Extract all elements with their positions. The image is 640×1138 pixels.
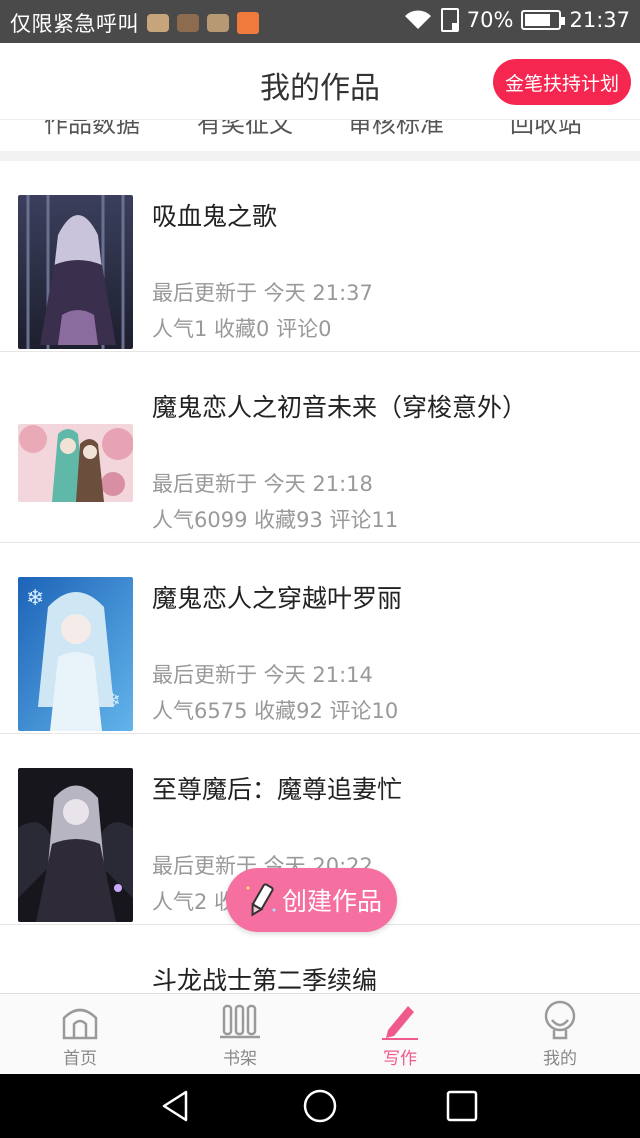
tea-app-icon bbox=[177, 14, 199, 32]
app-header: 我的作品 金笔扶持计划 bbox=[0, 43, 640, 119]
list-item[interactable]: 吸血鬼之歌 最后更新于 今天 21:37 人气1 收藏0 评论0 bbox=[0, 161, 640, 352]
recents-icon[interactable] bbox=[444, 1088, 480, 1124]
create-work-label: 创建作品 bbox=[282, 887, 383, 916]
profile-icon bbox=[544, 1000, 576, 1040]
tab-work-data[interactable]: 作品数据 bbox=[44, 120, 140, 139]
gold-pen-plan-button[interactable]: 金笔扶持计划 bbox=[493, 59, 631, 105]
tab-essay-contest[interactable]: 有奖征文 bbox=[197, 120, 293, 139]
work-updated-time: 最后更新于 今天 21:37 bbox=[152, 281, 373, 305]
nav-writing-label: 写作 bbox=[383, 1049, 417, 1069]
pencil-icon bbox=[246, 883, 276, 917]
work-stats: 人气1 收藏0 评论0 bbox=[152, 317, 332, 341]
list-item[interactable]: 斗龙战士第二季续编 bbox=[0, 925, 640, 993]
wifi-icon bbox=[404, 10, 431, 29]
clock: 21:37 bbox=[569, 8, 630, 32]
book-cover bbox=[18, 195, 133, 349]
work-stats: 人气6575 收藏92 评论10 bbox=[152, 699, 399, 723]
work-title: 至尊魔后：魔尊追妻忙 bbox=[152, 775, 403, 804]
nav-writing[interactable]: 写作 bbox=[320, 1000, 480, 1074]
battery-icon bbox=[521, 10, 566, 30]
gallery-icon bbox=[237, 12, 259, 34]
works-tabs: 作品数据 有奖征文 审核标准 回收站 bbox=[0, 119, 640, 151]
book-cover: ❄ ❄ bbox=[18, 577, 133, 731]
work-updated-time: 最后更新于 今天 21:18 bbox=[152, 472, 373, 496]
back-icon[interactable] bbox=[158, 1088, 194, 1124]
nav-profile-label: 我的 bbox=[543, 1049, 577, 1069]
nav-bookshelf-label: 书架 bbox=[223, 1049, 257, 1069]
work-updated-time: 最后更新于 今天 21:14 bbox=[152, 663, 373, 687]
bookshelf-icon bbox=[220, 1004, 260, 1039]
battery-percent: 70% bbox=[466, 8, 514, 32]
tea-app-icon bbox=[207, 14, 229, 32]
nav-home-label: 首页 bbox=[63, 1049, 97, 1069]
home-icon bbox=[62, 1008, 98, 1040]
tab-review-standards[interactable]: 审核标准 bbox=[348, 120, 444, 139]
list-item[interactable]: 魔鬼恋人之初音未来（穿梭意外） 最后更新于 今天 21:18 人气6099 收藏… bbox=[0, 352, 640, 543]
nav-bookshelf[interactable]: 书架 bbox=[160, 1000, 320, 1074]
work-title: 斗龙战士第二季续编 bbox=[152, 966, 378, 993]
create-work-button[interactable]: 创建作品 bbox=[226, 868, 397, 932]
tab-recycle-bin[interactable]: 回收站 bbox=[510, 120, 582, 139]
sim-icon bbox=[440, 8, 459, 32]
book-cover bbox=[18, 424, 133, 502]
carrier-text: 仅限紧急呼叫 bbox=[10, 12, 139, 36]
system-nav-bar bbox=[0, 1074, 640, 1138]
work-stats: 人气6099 收藏93 评论11 bbox=[152, 508, 399, 532]
list-item[interactable]: ❄ ❄ 魔鬼恋人之穿越叶罗丽 最后更新于 今天 21:14 人气6575 收藏9… bbox=[0, 543, 640, 734]
tea-app-icon bbox=[147, 14, 169, 32]
work-title: 魔鬼恋人之初音未来（穿梭意外） bbox=[152, 393, 528, 422]
book-cover bbox=[18, 768, 133, 922]
work-title: 吸血鬼之歌 bbox=[152, 202, 278, 231]
pencil-icon bbox=[382, 1006, 418, 1040]
divider bbox=[0, 151, 640, 161]
home-circle-icon[interactable] bbox=[302, 1088, 338, 1124]
work-title: 魔鬼恋人之穿越叶罗丽 bbox=[152, 584, 403, 613]
svg-text:❄: ❄ bbox=[26, 586, 44, 611]
nav-profile[interactable]: 我的 bbox=[480, 1000, 640, 1074]
nav-home[interactable]: 首页 bbox=[0, 1000, 160, 1074]
bottom-nav: 首页 书架 写作 我的 bbox=[0, 993, 640, 1074]
status-bar: 仅限紧急呼叫 70% 21:37 bbox=[0, 0, 640, 43]
